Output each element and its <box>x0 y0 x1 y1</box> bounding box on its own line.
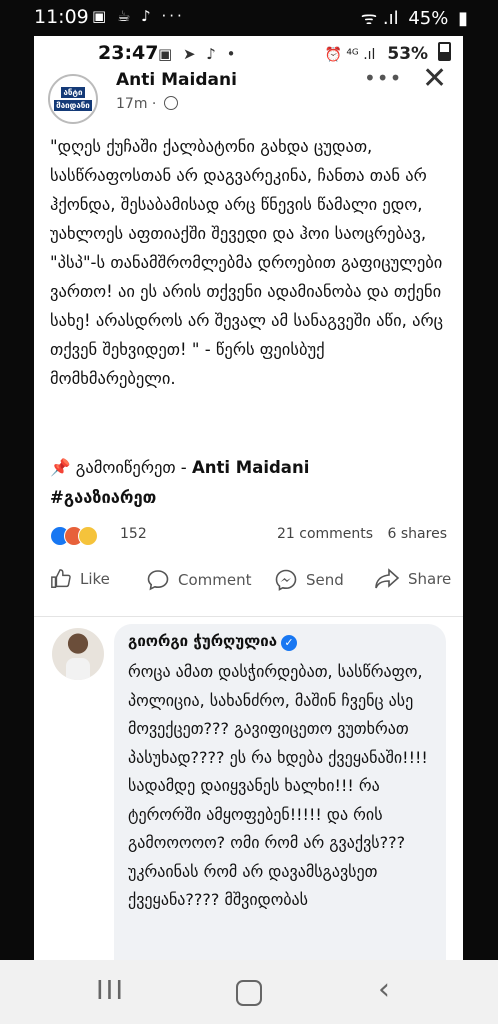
battery-percent: 45% <box>408 8 449 29</box>
logo-line-1: ანტი <box>61 87 85 98</box>
logo-line-2: მაიდანი <box>54 100 92 111</box>
thumbs-up-icon <box>51 569 71 588</box>
post-stats: 21 comments 6 shares <box>267 526 447 542</box>
home-icon[interactable] <box>236 980 262 1006</box>
verified-badge-icon: ✓ <box>281 635 298 651</box>
share-arrow-icon <box>375 568 400 589</box>
commenter-name-text: გიორგი ჭურღულია <box>128 632 278 650</box>
subscribe-text: გამოიწერეთ - <box>75 458 192 477</box>
battery-icon <box>438 42 451 61</box>
more-options-icon[interactable]: ••• <box>364 66 402 90</box>
comments-count[interactable]: 21 comments <box>277 526 373 542</box>
inner-clock: 23:47 <box>98 42 159 64</box>
reaction-count: 152 <box>120 526 147 542</box>
system-status-bar: 11:09 ▣ ☕ ♪ ··· ᯤ .ıl 45% ▮ <box>0 0 498 34</box>
post-time[interactable]: 17m · <box>116 96 156 112</box>
comment-text: როცა ამათ დასჭირდებათ, სასწრაფო, პოლიცია… <box>128 662 428 909</box>
notification-icons: ▣ ☕ ♪ ··· <box>92 7 185 25</box>
like-label: Like <box>80 570 110 588</box>
hashtag-link[interactable]: #გააზიარეთ <box>50 488 156 507</box>
share-label: Share <box>408 570 452 588</box>
share-button[interactable]: Share <box>374 568 451 590</box>
send-label: Send <box>306 571 344 589</box>
post-text: "დღეს ქუჩაში ქალბატონი გახდა ცუდათ, სასწ… <box>50 137 444 388</box>
navigation-bar: III ‹ <box>0 960 498 1024</box>
shares-count[interactable]: 6 shares <box>388 526 447 542</box>
recent-apps-icon[interactable]: III <box>96 976 125 1006</box>
messenger-icon <box>275 569 297 591</box>
system-status-right: ᯤ .ıl 45% ▮ <box>357 6 468 30</box>
commenter-avatar[interactable] <box>52 628 104 680</box>
subscribe-page-name[interactable]: Anti Maidani <box>192 458 309 477</box>
screenshot-card: 23:47 ▣ ➤ ♪ • ⏰ ⁴ᴳ .ıl 53% ანტი მაიდანი … <box>34 36 463 960</box>
alarm-signal-icons: ⏰ ⁴ᴳ .ıl <box>324 47 376 63</box>
post-action-bar: Like Comment Send Share <box>34 568 463 602</box>
commenter-name[interactable]: გიორგი ჭურღულია ✓ <box>128 632 298 651</box>
back-icon[interactable]: ‹ <box>378 972 390 1007</box>
wifi-signal-icon: ᯤ .ıl <box>360 8 399 29</box>
comment-label: Comment <box>178 571 252 589</box>
pin-icon: 📌 <box>50 458 71 477</box>
comment-bubble-icon <box>147 570 169 591</box>
subscribe-line: 📌 გამოიწერეთ - Anti Maidani <box>50 458 309 478</box>
post-meta: 17m · <box>116 96 178 112</box>
wow-reaction-icon <box>78 526 98 546</box>
globe-icon <box>163 96 178 110</box>
system-clock: 11:09 <box>34 6 89 28</box>
comment-bubble: გიორგი ჭურღულია ✓ როცა ამათ დასჭირდებათ, … <box>114 624 446 960</box>
divider <box>34 616 463 617</box>
page-name-link[interactable]: Anti Maidani <box>116 70 237 90</box>
like-button[interactable]: Like <box>50 568 110 590</box>
inner-notification-icons: ▣ ➤ ♪ • <box>158 45 239 63</box>
page-avatar[interactable]: ანტი მაიდანი <box>48 74 98 124</box>
close-icon[interactable]: ✕ <box>422 64 447 94</box>
comment-button[interactable]: Comment <box>146 568 252 592</box>
send-button[interactable]: Send <box>274 568 344 592</box>
battery-icon: ▮ <box>458 8 468 29</box>
